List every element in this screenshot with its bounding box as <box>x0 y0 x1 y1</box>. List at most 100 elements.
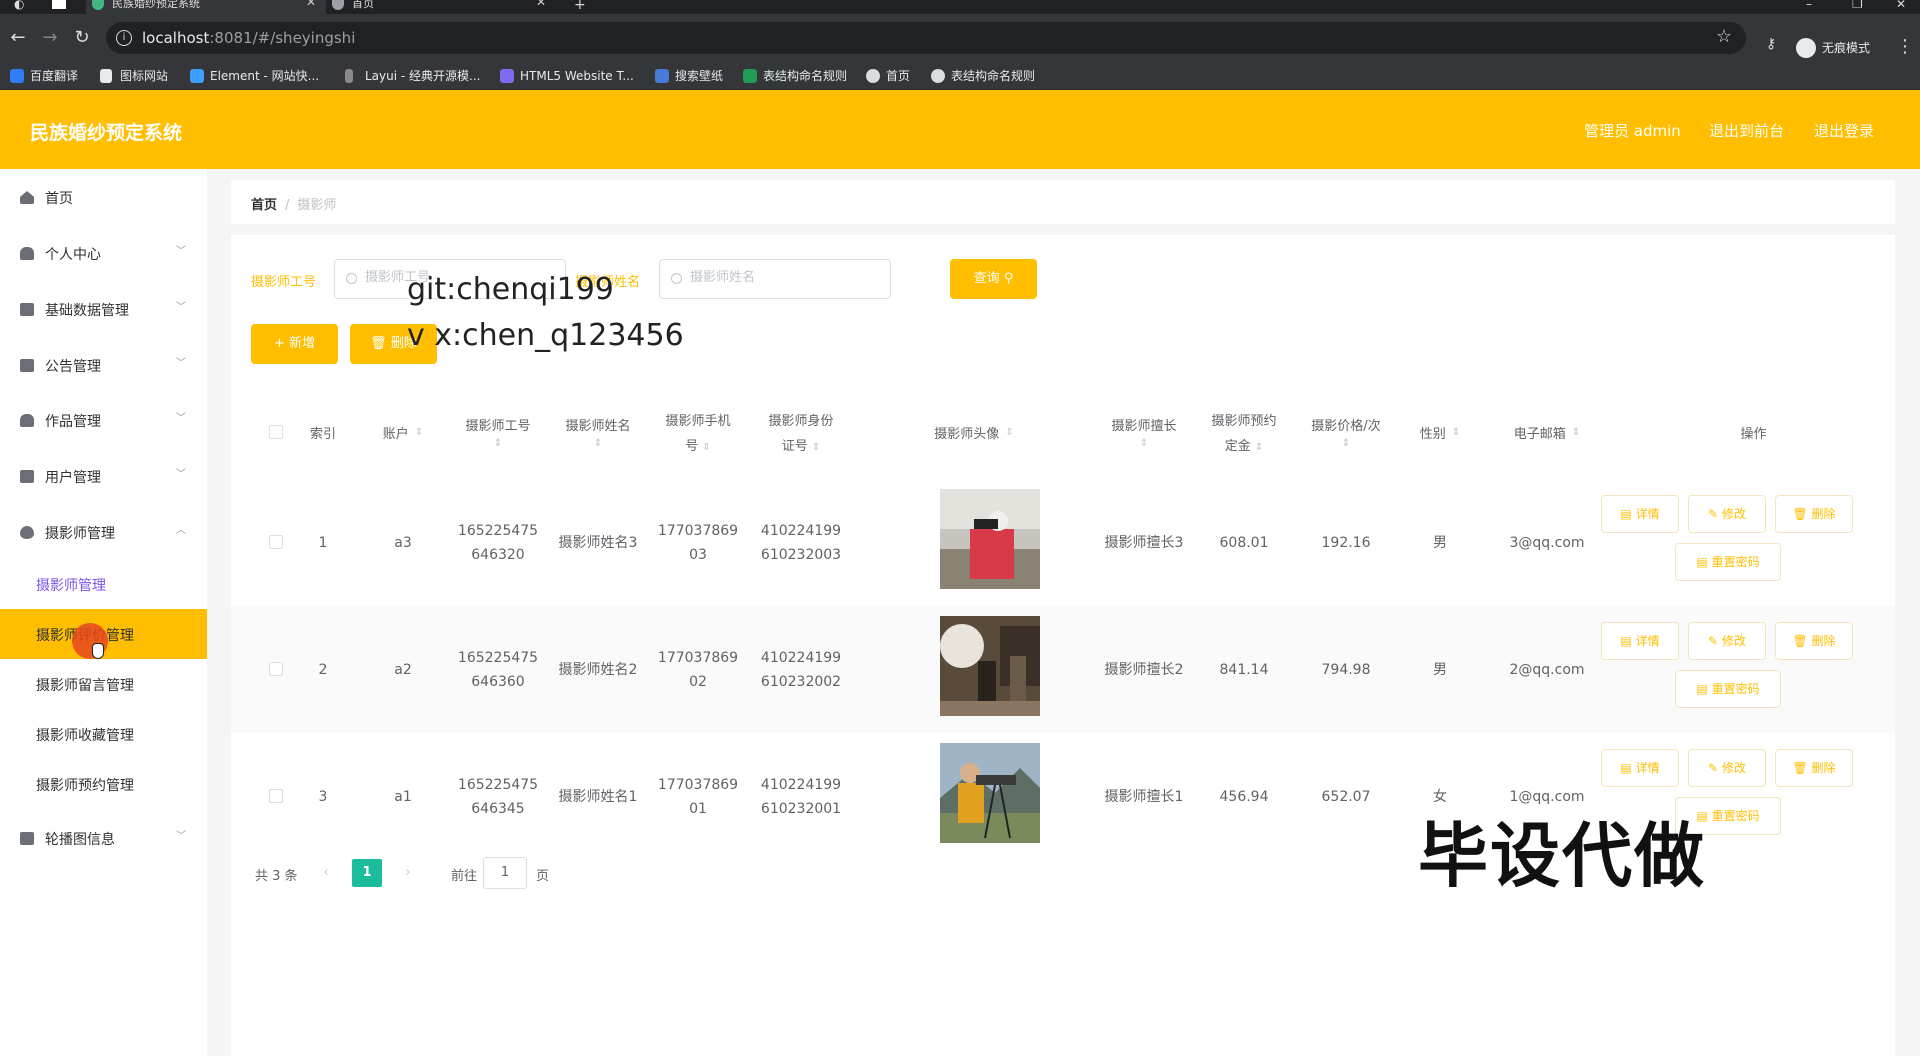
window-close-icon[interactable]: ✕ <box>1896 0 1906 11</box>
name-field[interactable] <box>659 259 891 299</box>
sidebar-subitem-photographer-booking[interactable]: 摄影师预约管理 <box>0 759 207 809</box>
exit-to-frontend-link[interactable]: 退出到前台 <box>1709 120 1784 141</box>
th-label: 摄影师擅长 <box>1111 419 1177 434</box>
name-input[interactable] <box>690 270 880 285</box>
sort-icon[interactable]: ⇕ <box>594 438 602 449</box>
sidebar-subitem-photographer-favorite[interactable]: 摄影师收藏管理 <box>0 709 207 759</box>
th-avatar[interactable]: 摄影师头像 ⇕ <box>854 385 1094 479</box>
forward-icon[interactable]: → <box>38 26 62 50</box>
logout-link[interactable]: 退出登录 <box>1814 120 1874 141</box>
close-icon[interactable]: ✕ <box>536 0 546 8</box>
select-all-checkbox[interactable] <box>269 425 283 439</box>
sort-icon[interactable]: ⇕ <box>1255 442 1263 453</box>
detail-button[interactable]: ▤ 详情 <box>1601 495 1679 533</box>
url-field[interactable]: i localhost:8081/#/sheyingshi ☆ <box>106 22 1746 54</box>
address-bar: ← → ↻ i localhost:8081/#/sheyingshi ☆ ⚷ … <box>0 14 1920 62</box>
reload-icon[interactable]: ↻ <box>70 26 94 50</box>
cell-job-no: 165225475 646320 <box>448 479 548 606</box>
sort-icon[interactable]: ⇕ <box>494 438 502 449</box>
sort-icon[interactable]: ⇕ <box>1140 438 1148 449</box>
incognito-badge[interactable]: 无痕模式 <box>1794 35 1870 61</box>
th-name[interactable]: 摄影师姓名 ⇕ <box>548 385 648 479</box>
sidebar-item-personal[interactable]: 个人中心 ﹀ <box>0 228 207 278</box>
breadcrumb-home[interactable]: 首页 <box>251 198 277 213</box>
detail-button[interactable]: ▤ 详情 <box>1601 622 1679 660</box>
close-icon[interactable]: ✕ <box>306 0 316 8</box>
bookmark-item[interactable]: 表结构命名规则 <box>931 66 1035 86</box>
th-deposit[interactable]: 摄影师预约 定金 ⇕ <box>1194 385 1294 479</box>
th-email[interactable]: 电子邮箱 ⇕ <box>1482 385 1612 479</box>
th-gender[interactable]: 性别 ⇕ <box>1398 385 1482 479</box>
sort-icon[interactable]: ⇕ <box>1342 438 1350 449</box>
bookmark-item[interactable]: 表结构命名规则 <box>743 66 847 86</box>
bookmark-item[interactable]: Element - 网站快... <box>190 66 319 86</box>
goto-page-input[interactable]: 1 <box>483 857 527 889</box>
edit-button[interactable]: ✎ 修改 <box>1688 622 1766 660</box>
sidebar-item-carousel[interactable]: 轮播图信息 ﹀ <box>0 813 207 863</box>
bookmark-item[interactable]: 首页 <box>866 66 910 86</box>
tab-home[interactable]: 首页 ✕ <box>326 0 556 14</box>
bookmark-item[interactable]: 图标网站 <box>100 66 168 86</box>
prev-page-button[interactable]: ‹ <box>311 859 341 887</box>
bookmark-star-icon[interactable]: ☆ <box>1716 26 1732 47</box>
maximize-icon[interactable]: ❐ <box>1852 0 1863 11</box>
back-icon[interactable]: ← <box>6 26 30 50</box>
info-icon[interactable]: i <box>116 30 132 46</box>
delete-button[interactable]: 🗑 删除 <box>1775 749 1853 787</box>
th-label: 账户 <box>382 426 409 442</box>
sidebar-item-users[interactable]: 用户管理 ﹀ <box>0 451 207 501</box>
sidebar-item-works[interactable]: 作品管理 ﹀ <box>0 395 207 445</box>
bookmark-item[interactable]: 搜索壁纸 <box>655 66 723 86</box>
sidebar-subitem-photographer-manage[interactable]: 摄影师管理 <box>0 559 207 609</box>
cell-text: 646320 <box>471 546 525 563</box>
page-1-button[interactable]: 1 <box>352 859 382 887</box>
sidebar-item-notice[interactable]: 公告管理 ﹀ <box>0 340 207 390</box>
th-id-card[interactable]: 摄影师身份 证号 ⇕ <box>748 385 854 479</box>
th-price[interactable]: 摄影价格/次 ⇕ <box>1294 385 1398 479</box>
reset-password-button[interactable]: ▤ 重置密码 <box>1675 543 1781 581</box>
sort-icon[interactable]: ⇕ <box>1005 427 1013 438</box>
cell-index: 1 <box>318 534 328 551</box>
cell-name: 摄影师姓名1 <box>558 788 638 805</box>
th-ops: 操作 <box>1612 385 1895 479</box>
reset-password-button[interactable]: ▤ 重置密码 <box>1675 670 1781 708</box>
query-button[interactable]: 查询 ⚲ <box>950 259 1037 299</box>
notice-icon <box>20 359 34 372</box>
sort-icon[interactable]: ⇕ <box>812 442 820 453</box>
new-tab-button[interactable]: + <box>574 0 586 13</box>
sort-icon[interactable]: ⇕ <box>1452 427 1460 438</box>
minimize-icon[interactable]: – <box>1806 0 1812 11</box>
th-specialty[interactable]: 摄影师擅长 ⇕ <box>1094 385 1194 479</box>
edit-button[interactable]: ✎ 修改 <box>1688 749 1766 787</box>
sort-icon[interactable]: ⇕ <box>702 442 710 453</box>
more-menu-icon[interactable]: ⋮ <box>1896 38 1914 56</box>
bookmark-item[interactable]: HTML5 Website T... <box>500 66 634 86</box>
bookmark-item[interactable]: 百度翻译 <box>10 66 78 86</box>
edit-button[interactable]: ✎ 修改 <box>1688 495 1766 533</box>
avatar[interactable] <box>940 489 1040 589</box>
cell-text: 610232001 <box>760 800 842 817</box>
row-checkbox[interactable] <box>269 662 283 676</box>
th-phone[interactable]: 摄影师手机号 ⇕ <box>648 385 748 479</box>
sidebar-item-home[interactable]: 首页 <box>0 172 207 222</box>
th-job-no[interactable]: 摄影师工号 ⇕ <box>448 385 548 479</box>
th-account[interactable]: 账户 ⇕ <box>358 385 448 479</box>
sidebar-item-photographer[interactable]: 摄影师管理 ︿ <box>0 507 207 557</box>
sidebar-subitem-photographer-message[interactable]: 摄影师留言管理 <box>0 659 207 709</box>
avatar[interactable] <box>940 616 1040 716</box>
sidebar-item-basic-data[interactable]: 基础数据管理 ﹀ <box>0 284 207 334</box>
delete-button[interactable]: 🗑 删除 <box>1775 622 1853 660</box>
row-checkbox[interactable] <box>269 535 283 549</box>
bookmark-label: 表结构命名规则 <box>951 69 1036 83</box>
bookmark-item[interactable]: Layui - 经典开源模... <box>345 66 480 86</box>
add-button[interactable]: + 新增 <box>251 324 338 364</box>
sort-icon[interactable]: ⇕ <box>415 427 423 438</box>
row-checkbox[interactable] <box>269 789 283 803</box>
detail-button[interactable]: ▤ 详情 <box>1601 749 1679 787</box>
delete-button[interactable]: 🗑 删除 <box>1775 495 1853 533</box>
tab-active[interactable]: 民族婚纱预定系统 ✕ <box>86 0 326 14</box>
key-icon[interactable]: ⚷ <box>1766 36 1776 52</box>
sort-icon[interactable]: ⇕ <box>1572 427 1580 438</box>
avatar[interactable] <box>940 743 1040 843</box>
next-page-button[interactable]: › <box>393 859 423 887</box>
